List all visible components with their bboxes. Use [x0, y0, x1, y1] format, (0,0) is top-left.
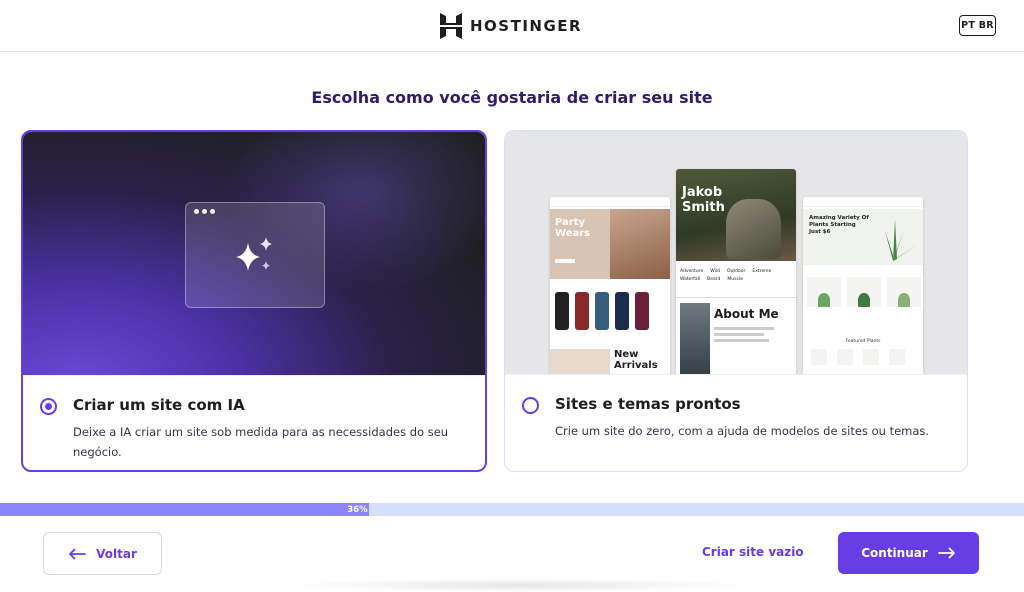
template-preview-plants: Amazing Variety Of Plants Starting Just …	[803, 197, 923, 374]
plant-illustration	[873, 219, 917, 261]
continue-button-label: Continuar	[861, 546, 928, 560]
fashion-subheadline: New Arrivals	[614, 349, 658, 371]
portfolio-menu-item: Adventure	[680, 269, 704, 274]
portfolio-about-heading: About Me	[714, 307, 779, 321]
ai-hero-image	[23, 132, 485, 375]
back-button-label: Voltar	[96, 546, 137, 561]
portfolio-menu-item: Muscle	[727, 277, 743, 282]
arrow-left-icon	[69, 548, 87, 559]
bottom-shadow	[290, 578, 750, 592]
portfolio-menu-item: Wild	[710, 269, 720, 274]
progress-label: 36%	[347, 504, 368, 515]
option-description-ai: Deixe a IA criar um site sob medida para…	[73, 425, 449, 459]
fashion-headline: Party Wears	[555, 217, 591, 239]
template-preview-fashion: Party Wears New Arrivals	[550, 197, 670, 374]
radio-ai-selected[interactable]	[40, 398, 57, 415]
continue-button[interactable]: Continuar	[838, 532, 979, 574]
option-title-ai: Criar um site com IA	[73, 396, 245, 414]
progress-fill: 36%	[0, 503, 369, 516]
plants-section-title: Featured Plants	[845, 339, 881, 344]
radio-templates[interactable]	[522, 397, 539, 414]
header: HOSTINGER PT BR	[0, 0, 1024, 52]
option-title-templates: Sites e temas prontos	[555, 395, 741, 413]
progress-bar: 36%	[0, 503, 1024, 516]
brand-logo[interactable]: HOSTINGER	[440, 12, 582, 40]
portfolio-headline: Jakob Smith	[682, 185, 725, 215]
language-selector[interactable]: PT BR	[959, 15, 996, 36]
browser-window-illustration	[185, 202, 325, 308]
option-body-ai: Criar um site com IA Deixe a IA criar um…	[23, 375, 485, 470]
page-title: Escolha como você gostaria de criar seu …	[311, 88, 713, 107]
arrow-right-icon	[937, 547, 955, 559]
brand-name: HOSTINGER	[470, 17, 583, 35]
template-preview-portfolio: Jakob Smith Adventure Wild Outdoor Extre…	[676, 169, 796, 374]
portfolio-menu-item: Extreme	[752, 269, 772, 274]
option-description-templates: Crie um site do zero, com a ajuda de mod…	[555, 424, 930, 438]
back-button[interactable]: Voltar	[43, 532, 162, 575]
create-empty-site-link[interactable]: Criar site vazio	[702, 545, 804, 559]
option-card-templates[interactable]: Party Wears New Arrivals Jakob Smith Adv…	[504, 130, 968, 472]
plants-headline: Amazing Variety Of Plants Starting Just …	[809, 215, 869, 235]
portfolio-menu-item: Beard	[707, 277, 721, 282]
templates-hero-image: Party Wears New Arrivals Jakob Smith Adv…	[505, 131, 967, 374]
hostinger-logo-icon	[440, 13, 462, 39]
option-card-ai[interactable]: Criar um site com IA Deixe a IA criar um…	[21, 130, 487, 472]
sparkles-icon	[236, 237, 272, 271]
portfolio-menu-item: Waterfall	[680, 277, 701, 282]
option-body-templates: Sites e temas prontos Crie um site do ze…	[505, 374, 967, 471]
portfolio-menu-item: Outdoor	[727, 269, 746, 274]
